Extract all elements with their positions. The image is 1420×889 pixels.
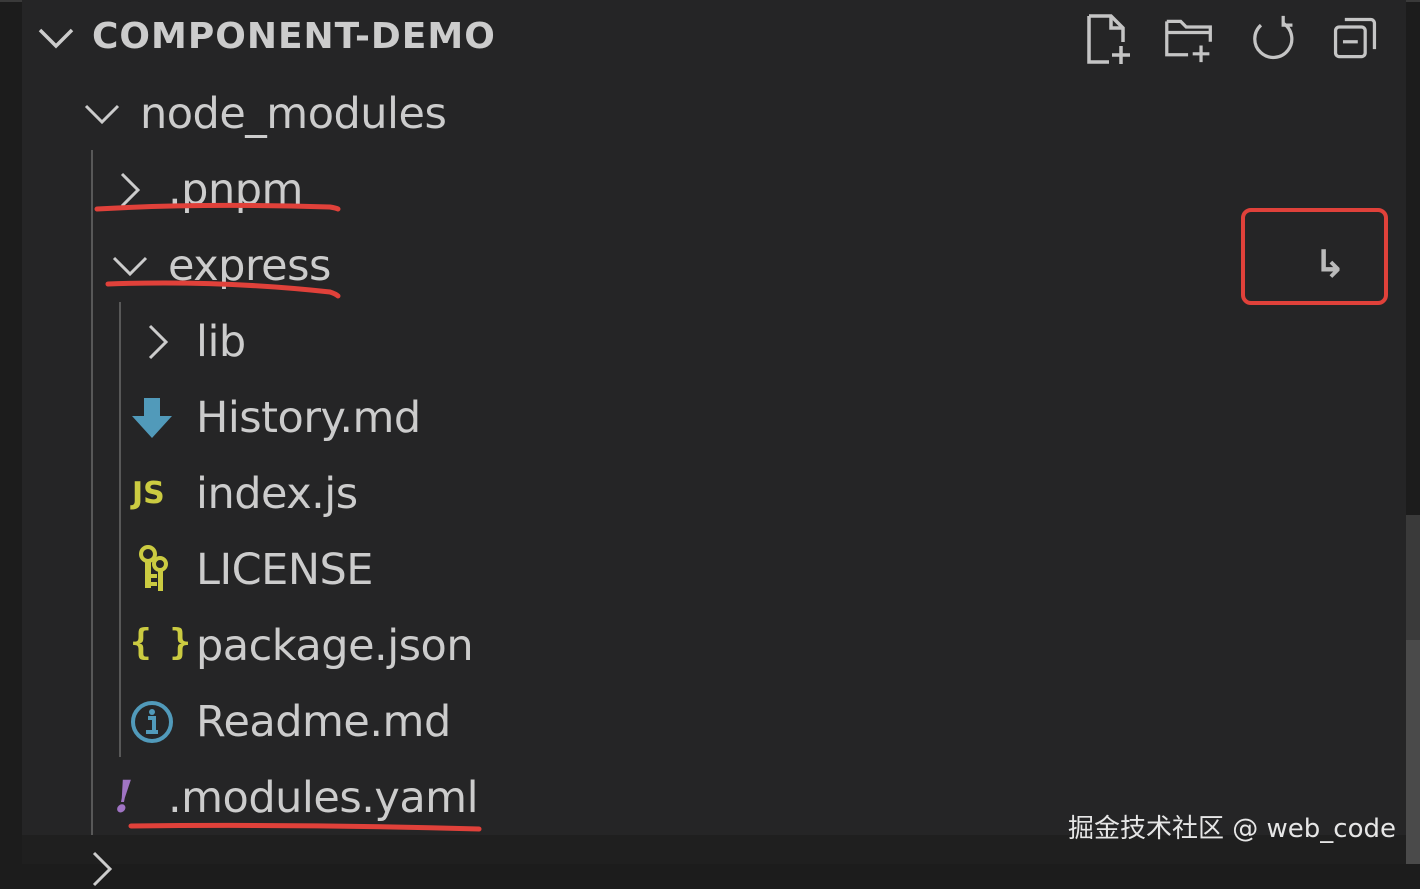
annotation-underlines [94, 202, 482, 832]
watermark: 掘金技术社区 @ web_code [1068, 814, 1396, 844]
annotation-highlight-box [1241, 208, 1388, 305]
scrollbar-thumb[interactable] [1406, 640, 1420, 864]
